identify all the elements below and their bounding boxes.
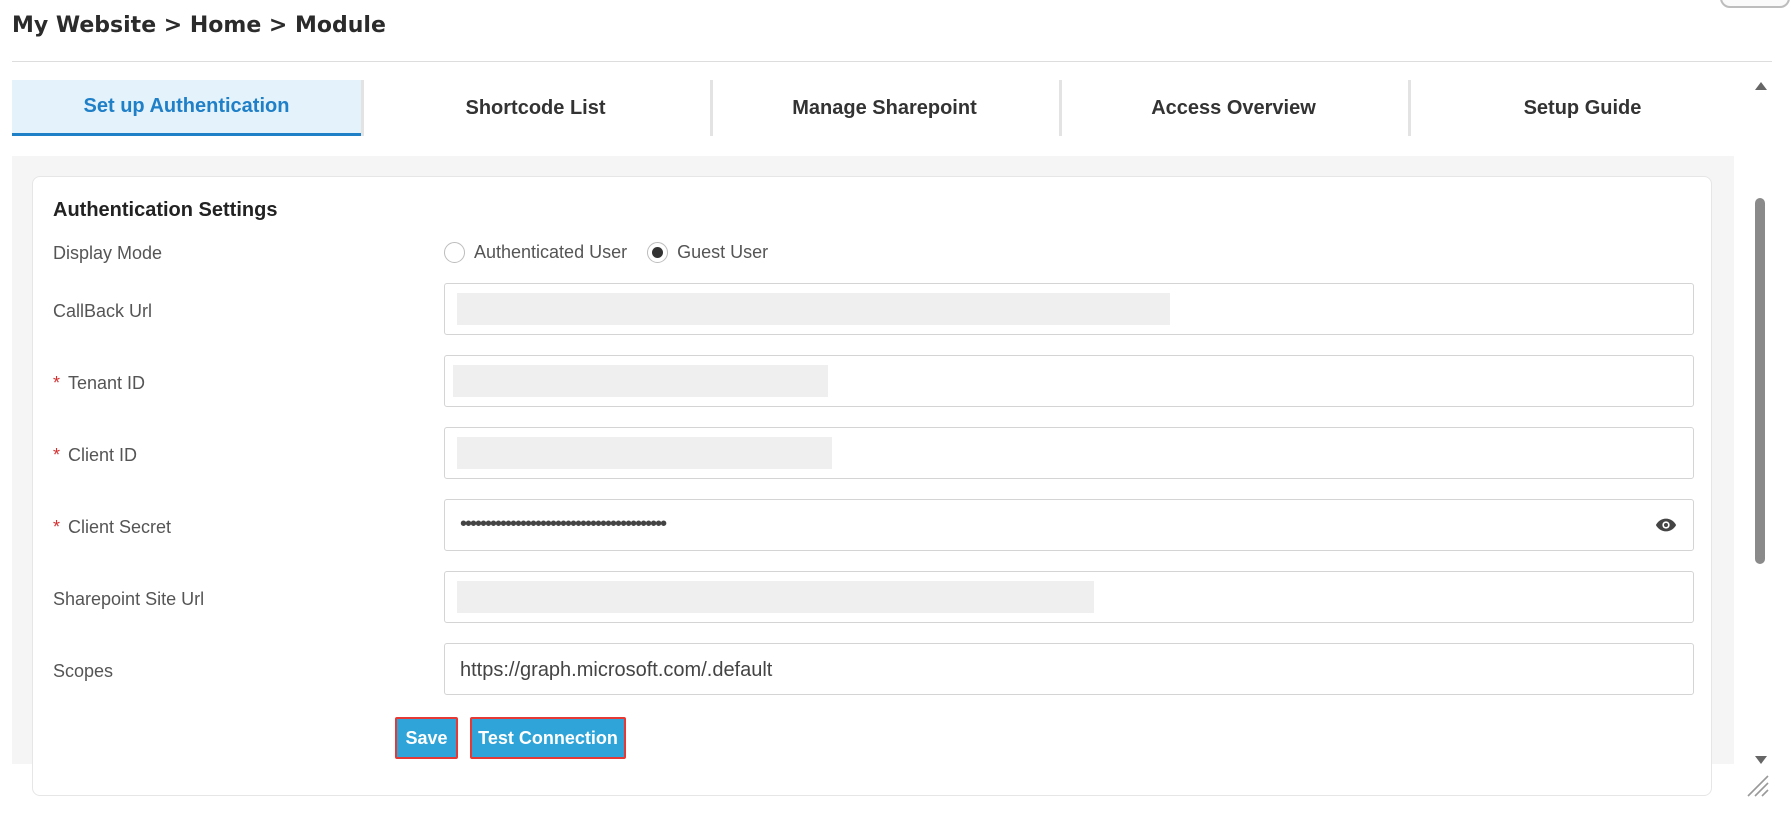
scopes-input[interactable]: https://graph.microsoft.com/.default — [444, 643, 1694, 695]
breadcrumb: My Website > Home > Module — [12, 13, 386, 38]
client-id-input[interactable] — [444, 427, 1694, 479]
page: My Website > Home > Module Set up Authen… — [0, 0, 1790, 814]
radio-label-authenticated-user: Authenticated User — [474, 242, 628, 262]
radio-guest-user[interactable] — [647, 242, 669, 263]
display-mode-radio-group: Authenticated User Guest User — [444, 242, 788, 263]
scroll-thumb[interactable] — [1755, 198, 1765, 564]
tab-bar: Set up Authentication Shortcode List Man… — [12, 80, 1757, 136]
client-secret-label: * Client Secret — [53, 517, 171, 538]
redacted-value — [457, 581, 1094, 613]
redacted-value — [457, 437, 832, 469]
callback-url-label: CallBack Url — [53, 301, 153, 321]
required-marker: * — [53, 373, 61, 393]
window-control[interactable] — [1720, 0, 1790, 8]
section-title: Authentication Settings — [53, 199, 278, 221]
radio-option-authenticated-user[interactable]: Authenticated User — [444, 242, 627, 263]
radio-option-guest-user[interactable]: Guest User — [647, 242, 768, 263]
tab-manage-sharepoint[interactable]: Manage Sharepoint — [710, 80, 1059, 136]
redacted-value — [457, 293, 1170, 325]
client-id-label-text: Client ID — [68, 445, 138, 465]
client-secret-masked-value: ••••••••••••••••••••••••••••••••••••••••… — [460, 513, 667, 535]
scroll-up-arrow-icon[interactable] — [1755, 82, 1767, 90]
content-panel: Authentication Settings Display Mode Aut… — [12, 156, 1734, 796]
scopes-value: https://graph.microsoft.com/.default — [460, 659, 773, 681]
tab-set-up-authentication[interactable]: Set up Authentication — [12, 80, 361, 136]
radio-authenticated-user[interactable] — [444, 242, 465, 263]
sharepoint-site-url-input[interactable] — [444, 571, 1694, 623]
test-connection-button[interactable]: Test Connection — [470, 717, 626, 759]
client-id-label: * Client ID — [53, 445, 137, 466]
divider — [12, 61, 1772, 62]
tab-setup-guide[interactable]: Setup Guide — [1408, 80, 1757, 136]
save-button[interactable]: Save — [395, 717, 458, 759]
required-marker: * — [53, 445, 61, 465]
required-marker: * — [53, 517, 61, 537]
tenant-id-label-text: Tenant ID — [68, 373, 146, 393]
scroll-down-arrow-icon[interactable] — [1755, 756, 1767, 764]
tab-access-overview[interactable]: Access Overview — [1059, 80, 1408, 136]
client-secret-label-text: Client Secret — [68, 517, 172, 537]
authentication-settings-card: Authentication Settings Display Mode Aut… — [32, 176, 1712, 796]
vertical-scrollbar[interactable] — [1752, 80, 1768, 764]
radio-label-guest-user: Guest User — [677, 242, 769, 262]
client-secret-input[interactable]: ••••••••••••••••••••••••••••••••••••••••… — [444, 499, 1694, 551]
tenant-id-input[interactable] — [444, 355, 1694, 407]
tenant-id-label: * Tenant ID — [53, 373, 145, 394]
callback-url-input[interactable] — [444, 283, 1694, 335]
resize-grip-icon[interactable] — [1742, 770, 1770, 798]
display-mode-label: Display Mode — [53, 243, 163, 263]
eye-icon[interactable] — [1655, 516, 1677, 534]
scopes-label: Scopes — [53, 661, 114, 681]
sharepoint-site-url-label: Sharepoint Site Url — [53, 589, 205, 609]
tab-shortcode-list[interactable]: Shortcode List — [361, 80, 710, 136]
redacted-value — [453, 365, 828, 397]
